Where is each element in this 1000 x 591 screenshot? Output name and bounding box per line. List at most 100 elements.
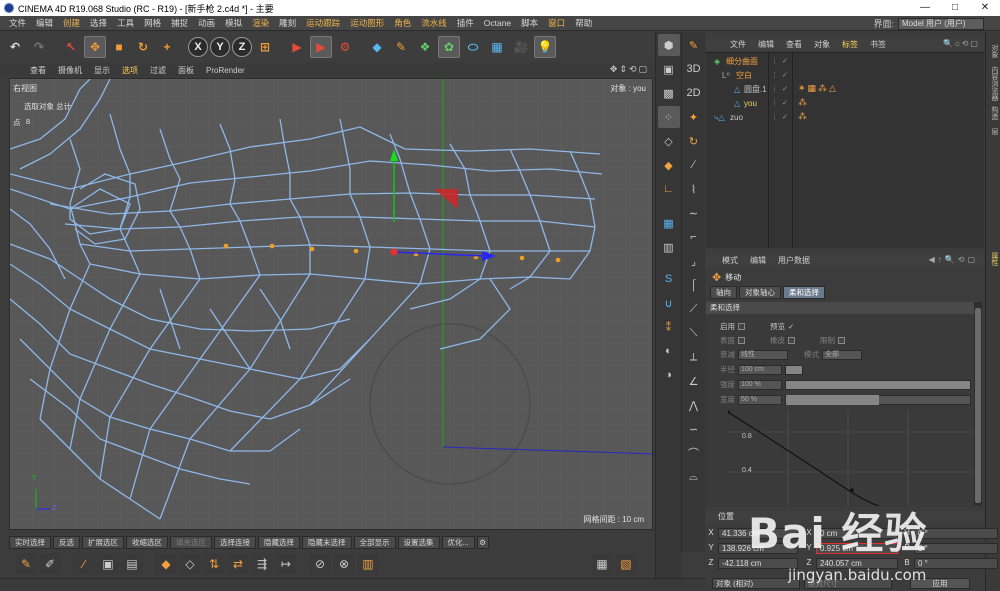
maximize-button[interactable]: □	[940, 0, 970, 16]
scrollbar-thumb[interactable]	[975, 308, 981, 503]
render-settings-icon[interactable]: ⚙	[334, 36, 356, 58]
am-tab-mode[interactable]: 模式	[716, 255, 744, 266]
am-nav-icons[interactable]: ◀↑🔍⟲▢	[929, 255, 978, 264]
layout-dropdown[interactable]: Model 用户 (用户)	[898, 17, 984, 30]
radius-input[interactable]: 100 cm	[738, 364, 782, 375]
brush-tool-icon[interactable]: ✦	[683, 106, 705, 128]
mode-dropdown[interactable]: 全部	[822, 349, 862, 360]
enable-checkbox[interactable]	[738, 323, 745, 330]
visibility-dots-icon[interactable]: ⋮ ✓	[771, 99, 789, 107]
cut-icon[interactable]: ⊘	[309, 553, 331, 575]
om-tab-view[interactable]: 查看	[780, 39, 808, 50]
render-picture-viewer-icon[interactable]: ▶	[310, 36, 332, 58]
shrink-selection-button[interactable]: 收缩选区	[126, 535, 168, 549]
brush-icon[interactable]: ✎	[15, 553, 37, 575]
strength-slider[interactable]	[785, 379, 971, 390]
select-connected-button[interactable]: 选择连接	[214, 535, 256, 549]
object-row-zuo[interactable]: ⤷△ zuo ⋮ ✓ ⁂	[706, 111, 984, 124]
rotate-tool-icon[interactable]: ↻	[132, 36, 154, 58]
undo-icon[interactable]: ↶	[4, 36, 26, 58]
axis-mode-icon[interactable]: ∟	[658, 178, 680, 200]
visibility-dots-icon[interactable]: ⋮ ✓	[771, 71, 789, 79]
cube-primitive-icon[interactable]: ◆	[366, 36, 388, 58]
object-tags-icon[interactable]: ⁂	[798, 97, 809, 108]
viewport-menu-prorender[interactable]: ProRender	[200, 66, 251, 75]
extrude-tool-icon[interactable]: ⌐	[683, 226, 705, 248]
subtab-soft-selection[interactable]: 柔和选择	[783, 286, 825, 299]
menu-mograph[interactable]: 运动图形	[345, 17, 389, 29]
om-tab-edit[interactable]: 编辑	[752, 39, 780, 50]
snap-icon[interactable]: S	[658, 268, 680, 290]
subtab-object-axis[interactable]: 对象轴心	[739, 286, 781, 299]
om-tab-tags[interactable]: 标签	[836, 39, 864, 50]
camera-icon[interactable]: 🎥	[510, 36, 532, 58]
visibility-dots-icon[interactable]: ⋮ ✓	[771, 57, 789, 65]
hide-unselected-button[interactable]: 隐藏未选择	[302, 535, 352, 549]
layout-tool-icon[interactable]: ▦	[591, 553, 613, 575]
dissolve-tool-icon[interactable]: ∠	[683, 370, 705, 392]
menu-plugins[interactable]: 插件	[452, 17, 479, 29]
x-axis-lock-icon[interactable]: X	[188, 37, 208, 57]
viewport[interactable]: 右视图 选取对象 总计 点 8 对象 : you 网格间距 : 10 cm Y …	[9, 78, 653, 530]
light-icon[interactable]: 💡	[534, 36, 556, 58]
restrict-checkbox[interactable]	[838, 337, 845, 344]
viewport-menu-camera[interactable]: 摄像机	[52, 65, 88, 76]
om-tab-bookmarks[interactable]: 书签	[864, 39, 892, 50]
viewport-menu-filter[interactable]: 过滤	[144, 65, 172, 76]
stitch-tool-icon[interactable]: ⋀	[683, 394, 705, 416]
object-row-disc[interactable]: △ 圆盘.1 ⋮ ✓ ✶▦⁂△	[706, 83, 984, 96]
menu-mesh[interactable]: 网格	[139, 17, 166, 29]
edges-mode-icon[interactable]: ◇	[658, 130, 680, 152]
menu-motion-tracking[interactable]: 运动跟踪	[301, 17, 345, 29]
close-button[interactable]: ✕	[970, 0, 1000, 16]
move-tool-icon[interactable]: ✥	[84, 36, 106, 58]
am-tab-userdata[interactable]: 用户数据	[772, 255, 816, 266]
brush-smooth-icon[interactable]: ∽	[683, 418, 705, 440]
weld-tool-icon[interactable]: ⟋	[683, 298, 705, 320]
slide-tool-icon[interactable]: ⟍	[683, 322, 705, 344]
bevel-tool-icon[interactable]: ⌟	[683, 250, 705, 272]
grid-tool-icon[interactable]: ▥	[357, 553, 379, 575]
pen-spline-icon[interactable]: ✎	[390, 36, 412, 58]
3d-view-icon[interactable]: 3D	[683, 58, 705, 80]
grow-selection-button[interactable]: 扩展选区	[82, 535, 124, 549]
preview-checkbox[interactable]: ✓	[788, 322, 794, 331]
make-editable-icon[interactable]: ⬢	[657, 34, 680, 56]
menu-sculpt[interactable]: 雕刻	[274, 17, 301, 29]
object-row-subdivision[interactable]: ◈ 细分曲面 ⋮ ✓	[706, 55, 984, 68]
menu-octane[interactable]: Octane	[479, 18, 516, 28]
split-icon[interactable]: ↦	[275, 553, 297, 575]
minimize-button[interactable]: —	[910, 0, 940, 16]
surface-checkbox[interactable]	[738, 337, 745, 344]
viewport-menu-display[interactable]: 显示	[88, 65, 116, 76]
object-row-you[interactable]: △ you ⋮ ✓ ⁂	[706, 97, 984, 110]
menu-create[interactable]: 创建	[58, 17, 85, 29]
menu-character[interactable]: 角色	[389, 17, 416, 29]
weld-icon[interactable]: ◇	[179, 553, 201, 575]
magnet-icon[interactable]: ∪	[658, 292, 680, 314]
viewport-menu-panel[interactable]: 面板	[172, 65, 200, 76]
magnet-brush-icon[interactable]: ⌒	[683, 442, 705, 464]
am-tab-edit[interactable]: 编辑	[744, 255, 772, 266]
radius-slider[interactable]	[785, 364, 803, 375]
selection-arrow-icon[interactable]: ↖	[60, 36, 82, 58]
falloff-dropdown[interactable]: 线性	[738, 349, 788, 360]
paint-icon[interactable]: ✐	[39, 553, 61, 575]
bend-tool-icon[interactable]: ⌇	[683, 178, 705, 200]
menu-select[interactable]: 选择	[85, 17, 112, 29]
texture-mode-icon[interactable]: ▩	[658, 82, 680, 104]
stack-tool-icon[interactable]: ▧	[615, 553, 637, 575]
menu-tools[interactable]: 工具	[112, 17, 139, 29]
workplane-icon[interactable]: ▦	[658, 212, 680, 234]
width-input[interactable]: 50 %	[738, 394, 782, 405]
soft-selection-xyz-icon[interactable]: ⁑	[658, 316, 680, 338]
extrude-icon[interactable]: ▣	[97, 553, 119, 575]
fill-selection-button[interactable]: 填充选区	[170, 535, 212, 549]
recent-tool-icon[interactable]: +	[156, 36, 178, 58]
om-header-icons[interactable]: 🔍⌂⟲▢	[943, 39, 980, 48]
planar-workplane-icon[interactable]: ▥	[658, 236, 680, 258]
menu-snap[interactable]: 捕捉	[166, 17, 193, 29]
array-generator-icon[interactable]: ✿	[438, 36, 460, 58]
set-selection-button[interactable]: 设置选集	[397, 535, 440, 549]
object-tags-icon[interactable]: ⁂	[798, 111, 809, 122]
